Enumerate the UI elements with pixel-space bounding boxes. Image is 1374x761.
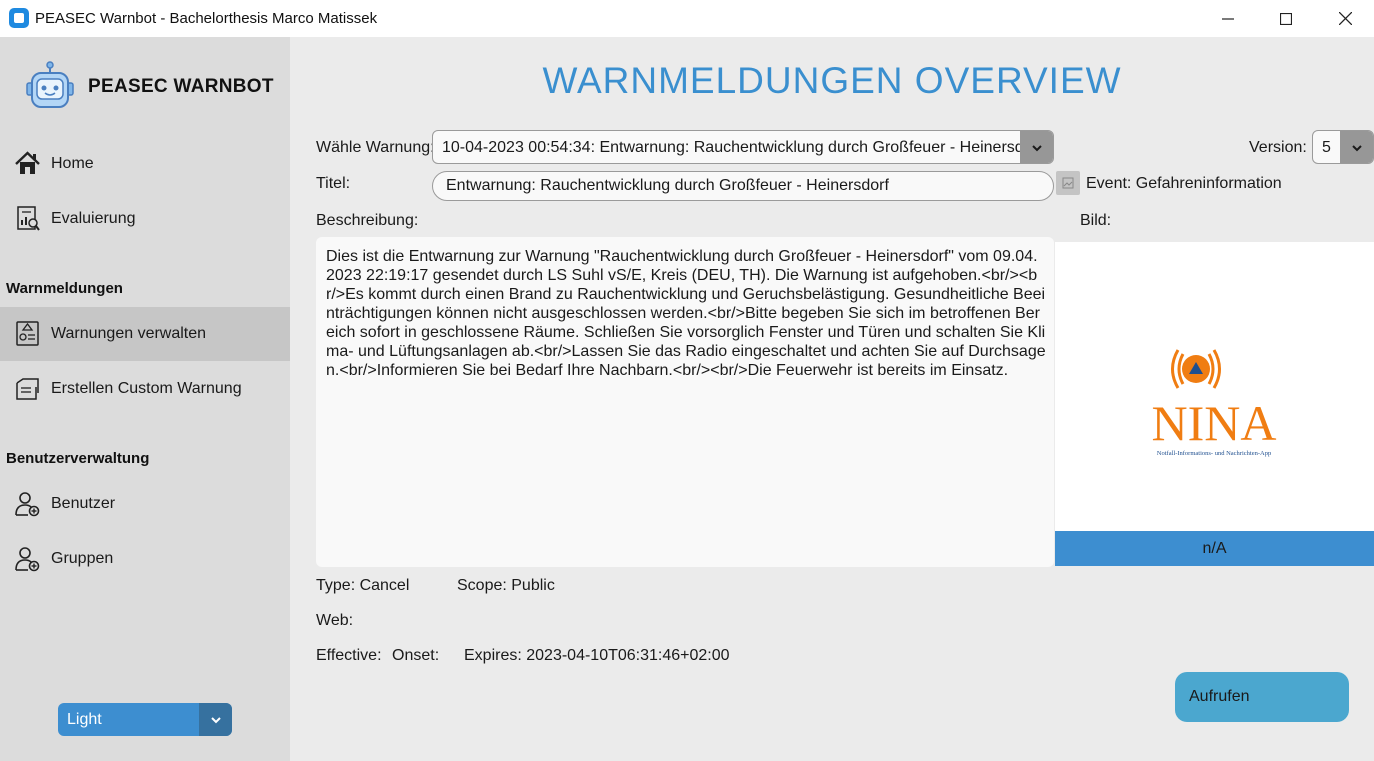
close-icon <box>1338 12 1352 25</box>
titel-label: Titel: <box>316 175 351 192</box>
sidebar-item-label: Benutzer <box>51 495 116 512</box>
sidebar-item-label: Erstellen Custom Warnung <box>51 380 242 397</box>
chevron-down-icon[interactable] <box>199 703 232 736</box>
window-titlebar: PEASEC Warnbot - Bachelorthesis Marco Ma… <box>0 0 1374 37</box>
appearance-mode-select[interactable]: Light <box>58 703 232 736</box>
image-icon <box>1056 171 1080 195</box>
section-benutzerverwaltung: Benutzerverwaltung <box>6 450 150 467</box>
sidebar-item-label: Home <box>51 155 94 172</box>
sidebar-item-home[interactable]: Home <box>0 137 290 191</box>
sidebar-item-label: Evaluierung <box>51 210 136 227</box>
sidebar-item-benutzer[interactable]: Benutzer <box>0 477 290 531</box>
sidebar-item-erstellen-custom-warnung[interactable]: Erstellen Custom Warnung <box>0 362 290 416</box>
bild-label: Bild: <box>1080 212 1112 229</box>
aufrufen-button[interactable]: Aufrufen <box>1175 672 1349 722</box>
app-brand: PEASEC WARNBOT <box>88 76 274 97</box>
chevron-down-icon[interactable] <box>1020 131 1053 163</box>
onset-text: Onset: <box>392 647 440 664</box>
app-icon <box>9 8 29 28</box>
evaluation-icon <box>17 206 40 231</box>
expires-text: Expires: 2023-04-10T06:31:46+02:00 <box>464 647 730 664</box>
section-warnmeldungen: Warnmeldungen <box>6 280 123 297</box>
warnung-select-value: 10-04-2023 00:54:34: Entwarnung: Rauchen… <box>442 139 1020 156</box>
close-button[interactable] <box>1316 0 1374 37</box>
window-title: PEASEC Warnbot - Bachelorthesis Marco Ma… <box>35 10 378 27</box>
scope-text: Scope: Public <box>457 577 555 594</box>
robot-logo-icon <box>26 61 74 108</box>
sidebar-item-label: Warnungen verwalten <box>51 325 207 342</box>
nina-logo-image: NINA Notfall-Informations- und Nachricht… <box>1152 349 1277 457</box>
page-title: WARNMELDUNGEN OVERVIEW <box>542 60 1122 101</box>
group-icon <box>15 547 40 572</box>
titel-field[interactable]: Entwarnung: Rauchentwicklung durch Großf… <box>432 171 1054 201</box>
aufrufen-label: Aufrufen <box>1189 688 1250 705</box>
type-text: Type: Cancel <box>316 577 410 594</box>
description-text: Dies ist die Entwarnung zur Warnung "Rau… <box>326 248 1046 379</box>
nina-logo-text: NINA <box>1152 395 1277 451</box>
waehle-warnung-label: Wähle Warnung: <box>316 139 435 156</box>
maximize-icon <box>1280 12 1292 25</box>
sidebar-item-label: Gruppen <box>51 550 114 567</box>
sidebar-item-evaluierung[interactable]: Evaluierung <box>0 192 290 246</box>
beschreibung-label: Beschreibung: <box>316 212 419 229</box>
maximize-button[interactable] <box>1257 0 1315 37</box>
user-icon <box>15 492 40 517</box>
version-select[interactable]: 5 <box>1312 130 1374 164</box>
version-label: Version: <box>1249 139 1307 156</box>
warning-image: NINA Notfall-Informations- und Nachricht… <box>1055 242 1374 531</box>
minimize-button[interactable] <box>1199 0 1257 37</box>
sidebar-item-warnungen-verwalten[interactable]: Warnungen verwalten <box>0 307 290 361</box>
titel-value: Entwarnung: Rauchentwicklung durch Großf… <box>446 177 889 194</box>
home-icon <box>15 151 40 174</box>
minimize-icon <box>1222 17 1234 20</box>
description-textbox[interactable]: Dies ist die Entwarnung zur Warnung "Rau… <box>316 237 1054 567</box>
event-text: Event: Gefahreninformation <box>1086 175 1282 192</box>
sidebar-item-gruppen[interactable]: Gruppen <box>0 532 290 586</box>
appearance-mode-value: Light <box>67 711 102 728</box>
warnung-select[interactable]: 10-04-2023 00:54:34: Entwarnung: Rauchen… <box>432 130 1054 164</box>
image-caption: n/A <box>1055 531 1374 566</box>
web-text: Web: <box>316 612 354 629</box>
create-warning-icon <box>16 378 39 400</box>
manage-warnings-icon <box>16 321 39 346</box>
chevron-down-icon[interactable] <box>1340 131 1373 163</box>
version-select-value: 5 <box>1322 139 1331 156</box>
effective-text: Effective: <box>316 647 382 664</box>
nina-logo-subtitle: Notfall-Informations- und Nachrichten-Ap… <box>1157 450 1271 457</box>
sidebar: PEASEC WARNBOT Home Evaluierung Warnmeld… <box>0 37 290 761</box>
